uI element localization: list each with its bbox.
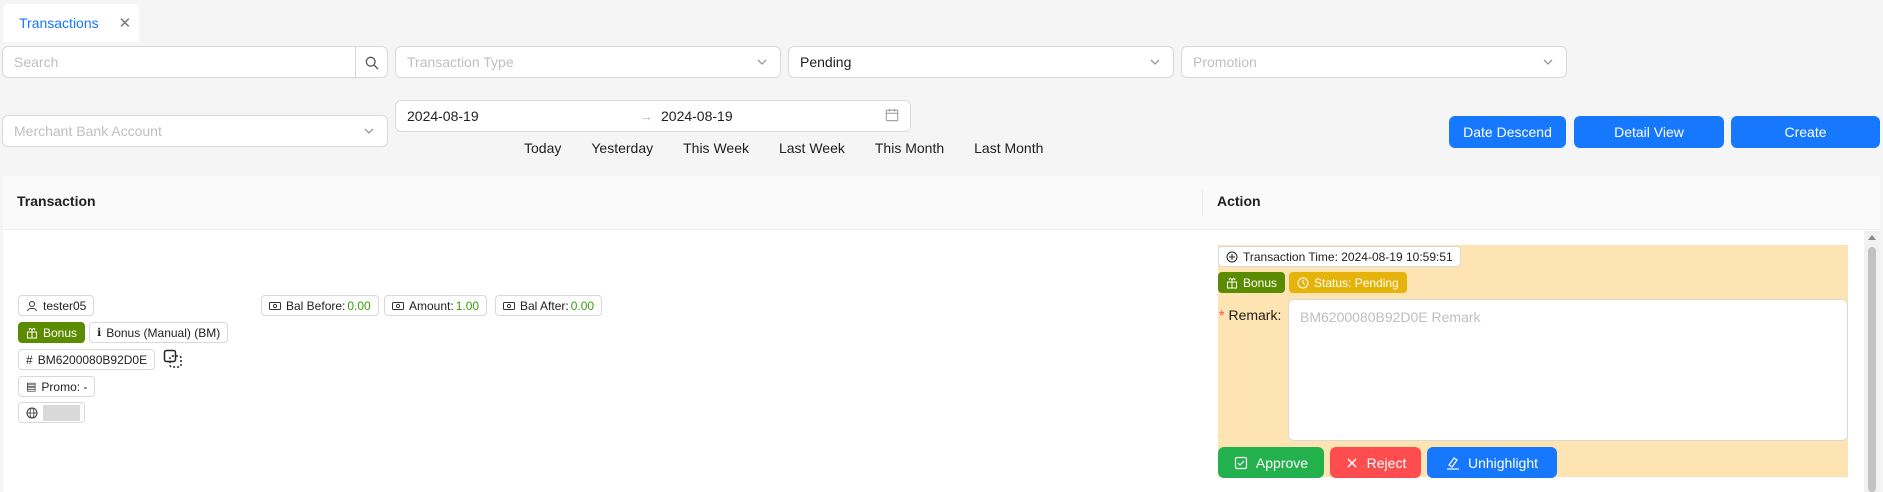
amount-value: 1.00 (455, 298, 480, 313)
type-bonus-tag: Bonus (18, 322, 86, 343)
username-tag: tester05 (18, 295, 95, 316)
detail-view-button[interactable]: Detail View (1574, 116, 1724, 148)
copy-icon[interactable] (163, 349, 183, 372)
remark-textarea[interactable]: BM6200080B92D0E Remark (1288, 299, 1848, 441)
reject-button[interactable]: Reject (1330, 447, 1421, 478)
column-header-action: Action (1217, 193, 1261, 209)
scrollbar-thumb[interactable] (1868, 247, 1876, 492)
type-detail-label: Bonus (Manual) (BM) (106, 325, 221, 340)
amount-label: Amount: (409, 298, 454, 313)
tab-bar: Transactions ✕ (0, 0, 1883, 44)
bal-after-tag: Bal After: 0.00 (495, 295, 603, 316)
gift-icon (1227, 277, 1237, 288)
type-detail-tag: ℹ Bonus (Manual) (BM) (89, 322, 229, 343)
create-button[interactable]: Create (1731, 116, 1880, 148)
scroll-up-icon[interactable] (1868, 235, 1876, 240)
bal-before-label: Bal Before: (286, 298, 346, 313)
ip-redacted (43, 404, 80, 421)
merchant-bank-placeholder: Merchant Bank Account (14, 123, 162, 139)
quick-range-this-week[interactable]: This Week (668, 140, 764, 156)
status-pending-tag: Status: Pending (1289, 272, 1407, 293)
money-icon (269, 301, 281, 310)
amount-tag: Amount: 1.00 (384, 295, 488, 316)
type-bonus-label: Bonus (43, 325, 78, 340)
tab-transactions[interactable]: Transactions ✕ (3, 4, 139, 42)
arrow-right-icon: → (639, 108, 653, 124)
remark-label-text: Remark: (1228, 307, 1282, 323)
quick-range-this-month[interactable]: This Month (860, 140, 959, 156)
money-icon (392, 301, 404, 310)
table-header: Transaction Action (3, 176, 1880, 230)
remark-label: * Remark: (1219, 307, 1281, 323)
approve-icon (1234, 456, 1248, 469)
action-bonus-label: Bonus (1243, 275, 1278, 290)
user-icon (27, 300, 37, 311)
bal-after-label: Bal After: (520, 298, 569, 313)
search-button[interactable] (355, 47, 387, 79)
promo-tag: ▤ Promo: - (18, 376, 96, 397)
bal-before-value: 0.00 (347, 298, 371, 313)
unhighlight-button[interactable]: Unhighlight (1427, 447, 1557, 478)
status-pending-label: Status: Pending (1314, 275, 1399, 290)
reject-label: Reject (1366, 454, 1407, 471)
approve-button[interactable]: Approve (1218, 447, 1324, 478)
txn-time-tag: Transaction Time: 2024-08-19 10:59:51 (1218, 246, 1461, 267)
transaction-type-placeholder: Transaction Type (407, 54, 514, 70)
bal-before-tag: Bal Before: 0.00 (261, 295, 379, 316)
status-value: Pending (800, 54, 852, 70)
quick-range-last-week[interactable]: Last Week (764, 140, 860, 156)
status-select[interactable]: Pending (788, 46, 1174, 78)
ip-tag (18, 402, 85, 423)
txn-time: Transaction Time: 2024-08-19 10:59:51 (1243, 249, 1453, 264)
gift-icon (27, 327, 37, 338)
calendar-icon (885, 108, 899, 125)
transaction-type-select[interactable]: Transaction Type (395, 46, 781, 78)
quick-range-list: Today Yesterday This Week Last Week This… (509, 140, 1058, 156)
plus-circle-icon (1226, 251, 1238, 262)
search-placeholder: Search (14, 54, 59, 70)
clock-icon (1297, 277, 1309, 288)
column-divider (1202, 190, 1203, 216)
date-range-picker[interactable]: 2024-08-19 → 2024-08-19 (395, 100, 911, 132)
promotion-placeholder: Promotion (1193, 54, 1257, 70)
chevron-down-icon (1541, 55, 1555, 69)
chevron-down-icon (755, 55, 769, 69)
close-icon[interactable]: ✕ (119, 16, 132, 31)
search-input[interactable]: Search (2, 46, 388, 79)
quick-range-today[interactable]: Today (509, 140, 576, 156)
close-icon (1347, 457, 1357, 468)
quick-range-last-month[interactable]: Last Month (959, 140, 1058, 156)
info-icon: ℹ (97, 327, 102, 339)
globe-icon (26, 407, 38, 418)
approve-label: Approve (1255, 454, 1309, 471)
promo-icon: ▤ (26, 381, 37, 393)
column-header-transaction: Transaction (17, 193, 96, 209)
date-to-input[interactable]: 2024-08-19 (661, 108, 885, 124)
date-from-input[interactable]: 2024-08-19 (407, 108, 639, 124)
action-bonus-tag: Bonus (1218, 272, 1286, 293)
bal-after-value: 0.00 (570, 298, 595, 313)
search-icon (365, 56, 379, 70)
ref-id-tag: # BM6200080B92D0E (18, 349, 156, 370)
required-mark: * (1219, 307, 1225, 323)
chevron-down-icon (362, 124, 376, 138)
promo-label: Promo: - (41, 379, 88, 394)
ref-id: BM6200080B92D0E (37, 352, 148, 367)
money-icon (503, 301, 515, 310)
merchant-bank-select[interactable]: Merchant Bank Account (2, 115, 388, 147)
chevron-down-icon (1148, 55, 1162, 69)
highlight-icon (1446, 456, 1459, 470)
tab-label: Transactions (19, 15, 99, 31)
username: tester05 (43, 298, 87, 313)
promotion-select[interactable]: Promotion (1181, 46, 1567, 78)
vertical-scrollbar[interactable] (1864, 231, 1880, 492)
quick-range-yesterday[interactable]: Yesterday (576, 140, 668, 156)
unhighlight-label: Unhighlight (1467, 454, 1539, 471)
hash-icon: # (26, 352, 33, 367)
date-descend-button[interactable]: Date Descend (1449, 116, 1566, 148)
